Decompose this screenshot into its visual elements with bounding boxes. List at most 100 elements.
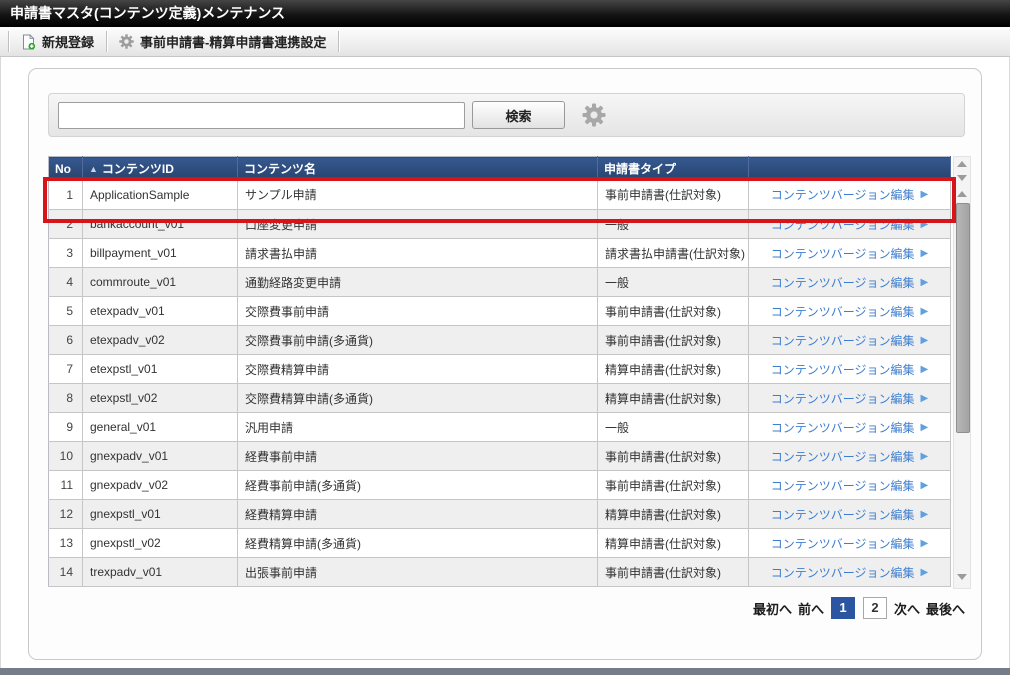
table-row[interactable]: 2 bankaccount_v01 口座変更申請 一般 コンテンツバージョン編集… [49,210,951,239]
content-version-edit-link[interactable]: コンテンツバージョン編集▶ [771,448,928,465]
cell-no: 5 [49,297,83,326]
arrow-right-icon: ▶ [921,567,929,578]
cell-content-name: 交際費事前申請 [238,297,598,326]
cell-actions: コンテンツバージョン編集 ▶ [749,268,951,297]
scroll-up-icon[interactable] [957,161,967,167]
content-version-edit-link[interactable]: コンテンツバージョン編集▶ [771,303,928,320]
page-next-link[interactable]: 次へ [894,599,920,618]
cell-content-name: 請求書払申請 [238,239,598,268]
cell-no: 3 [49,239,83,268]
cell-form-type: 事前申請書(仕訳対象) [598,326,749,355]
cell-content-id: trexpadv_v01 [83,558,238,587]
content-version-edit-link[interactable]: コンテンツバージョン編集 ▶ [771,274,928,291]
cell-content-name: 交際費精算申請(多通貨) [238,384,598,413]
pre-settlement-link-settings-button[interactable]: 事前申請書-精算申請書連携設定 [107,27,338,56]
scrollbar-thumb[interactable] [956,203,970,433]
new-register-label: 新規登録 [42,32,94,51]
arrow-right-icon: ▶ [921,451,929,462]
edit-link-label: コンテンツバージョン編集 [771,186,915,203]
table-row[interactable]: 10 gnexpadv_v01 経費事前申請 事前申請書(仕訳対象) コンテンツ… [49,442,951,471]
cell-form-type: 一般 [598,413,749,442]
scrollbar-bottom-down-icon[interactable] [957,574,967,580]
content-version-edit-link[interactable]: コンテンツバージョン編集▶ [771,186,928,203]
cell-content-name: 経費事前申請(多通貨) [238,471,598,500]
search-settings-gear-icon[interactable] [582,103,606,127]
content-version-edit-link[interactable]: コンテンツバージョン編集 ▶ [771,564,928,581]
edit-link-label: コンテンツバージョン編集 [771,564,915,581]
cell-no: 8 [49,384,83,413]
page-last-link[interactable]: 最後へ [926,599,965,618]
cell-content-id: gnexpadv_v01 [83,442,238,471]
search-input[interactable] [58,102,465,129]
cell-form-type: 一般 [598,210,749,239]
table-row[interactable]: 13 gnexpstl_v02 経費精算申請(多通貨) 精算申請書(仕訳対象) … [49,529,951,558]
table-row[interactable]: 11 gnexpadv_v02 経費事前申請(多通貨) 事前申請書(仕訳対象) … [49,471,951,500]
window-bottom-edge [0,668,1010,675]
content-version-edit-link[interactable]: コンテンツバージョン編集 ▶ [771,535,928,552]
cell-form-type: 精算申請書(仕訳対象) [598,529,749,558]
table-row[interactable]: 1 ApplicationSample サンプル申請 事前申請書(仕訳対象) コ… [49,181,951,210]
cell-content-id: bankaccount_v01 [83,210,238,239]
arrow-right-icon: ▶ [921,277,929,288]
edit-link-label: コンテンツバージョン編集 [771,245,915,262]
link-settings-label: 事前申請書-精算申請書連携設定 [140,32,326,51]
new-register-button[interactable]: 新規登録 [9,27,106,56]
edit-link-label: コンテンツバージョン編集 [771,274,915,291]
table-row[interactable]: 7 etexpstl_v01 交際費精算申請 精算申請書(仕訳対象) コンテンツ… [49,355,951,384]
scrollbar-track-up-icon[interactable] [957,191,967,197]
cell-actions: コンテンツバージョン編集 ▶ [749,239,951,268]
cell-content-id: general_v01 [83,413,238,442]
search-button[interactable]: 検索 [472,101,565,129]
cell-actions: コンテンツバージョン編集▶ [749,471,951,500]
page-number-2[interactable]: 2 [863,597,887,619]
content-version-edit-link[interactable]: コンテンツバージョン編集▶ [771,419,928,436]
edit-link-label: コンテンツバージョン編集 [771,390,915,407]
arrow-right-icon: ▶ [921,509,929,520]
table-row[interactable]: 3 billpayment_v01 請求書払申請 請求書払申請書(仕訳対象) コ… [49,239,951,268]
col-header-form-type[interactable]: 申請書タイプ [598,157,749,181]
content-version-edit-link[interactable]: コンテンツバージョン編集▶ [771,477,928,494]
scroll-down-icon[interactable] [957,175,967,181]
arrow-right-icon: ▶ [921,538,929,549]
cell-content-id: etexpstl_v01 [83,355,238,384]
cell-content-name: 口座変更申請 [238,210,598,239]
cell-content-name: 交際費精算申請 [238,355,598,384]
table-scrollbar[interactable] [953,156,971,589]
table-row[interactable]: 6 etexpadv_v02 交際費事前申請(多通貨) 事前申請書(仕訳対象) … [49,326,951,355]
content-version-edit-link[interactable]: コンテンツバージョン編集 ▶ [771,245,928,262]
cell-actions: コンテンツバージョン編集 ▶ [749,558,951,587]
table-row[interactable]: 4 commroute_v01 通勤経路変更申請 一般 コンテンツバージョン編集… [49,268,951,297]
cell-content-id: gnexpstl_v02 [83,529,238,558]
toolbar-divider [338,31,339,52]
cell-form-type: 一般 [598,268,749,297]
content-version-edit-link[interactable]: コンテンツバージョン編集▶ [771,361,928,378]
col-header-content-name[interactable]: コンテンツ名 [238,157,598,181]
edit-link-label: コンテンツバージョン編集 [771,535,915,552]
col-header-content-id[interactable]: ▲コンテンツID [83,157,238,181]
cell-content-id: gnexpstl_v01 [83,500,238,529]
cell-content-name: 汎用申請 [238,413,598,442]
content-version-edit-link[interactable]: コンテンツバージョン編集 ▶ [771,390,928,407]
table-row[interactable]: 8 etexpstl_v02 交際費精算申請(多通貨) 精算申請書(仕訳対象) … [49,384,951,413]
page-first-link[interactable]: 最初へ [753,599,792,618]
cell-content-name: 交際費事前申請(多通貨) [238,326,598,355]
cell-content-name: 経費事前申請 [238,442,598,471]
cell-form-type: 精算申請書(仕訳対象) [598,384,749,413]
page-number-1[interactable]: 1 [831,597,855,619]
content-version-edit-link[interactable]: コンテンツバージョン編集▶ [771,216,928,233]
page-prev-link[interactable]: 前へ [798,599,824,618]
cell-no: 4 [49,268,83,297]
arrow-right-icon: ▶ [921,248,929,259]
arrow-right-icon: ▶ [921,480,929,491]
table-row[interactable]: 5 etexpadv_v01 交際費事前申請 事前申請書(仕訳対象) コンテンツ… [49,297,951,326]
table-row[interactable]: 9 general_v01 汎用申請 一般 コンテンツバージョン編集▶ [49,413,951,442]
content-version-edit-link[interactable]: コンテンツバージョン編集▶ [771,332,928,349]
table-row[interactable]: 12 gnexpstl_v01 経費精算申請 精算申請書(仕訳対象) コンテンツ… [49,500,951,529]
cell-actions: コンテンツバージョン編集▶ [749,326,951,355]
table-row[interactable]: 14 trexpadv_v01 出張事前申請 事前申請書(仕訳対象) コンテンツ… [49,558,951,587]
arrow-right-icon: ▶ [921,393,929,404]
cell-content-id: etexpstl_v02 [83,384,238,413]
cell-content-id: gnexpadv_v02 [83,471,238,500]
content-version-edit-link[interactable]: コンテンツバージョン編集▶ [771,506,928,523]
cell-no: 1 [49,181,83,210]
